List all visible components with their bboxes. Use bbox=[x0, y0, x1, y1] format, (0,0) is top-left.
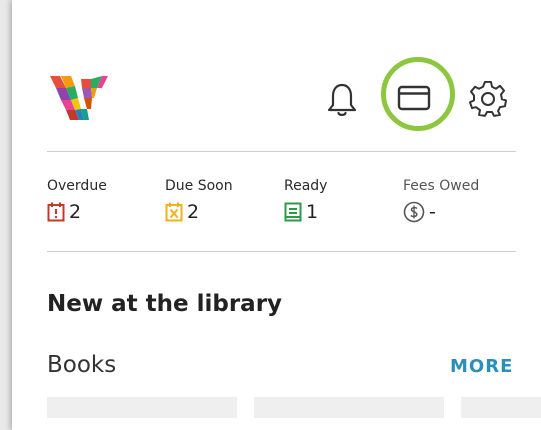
stat-value: 2 bbox=[187, 201, 200, 223]
library-card-icon[interactable] bbox=[396, 82, 432, 114]
stats-divider bbox=[47, 251, 516, 252]
ready-book-icon bbox=[284, 202, 302, 222]
bell-icon[interactable] bbox=[326, 82, 358, 118]
stat-due-soon[interactable]: Due Soon 2 bbox=[165, 177, 233, 223]
stat-overdue[interactable]: Overdue 2 bbox=[47, 177, 107, 223]
header-divider bbox=[47, 151, 516, 152]
library-logo bbox=[50, 76, 108, 120]
stat-label: Due Soon bbox=[165, 178, 233, 194]
stat-label: Ready bbox=[284, 178, 328, 194]
overdue-calendar-icon bbox=[47, 202, 65, 222]
gear-icon[interactable] bbox=[468, 80, 508, 118]
stat-value: - bbox=[429, 201, 436, 223]
stat-value: 1 bbox=[306, 201, 319, 223]
book-placeholder[interactable] bbox=[47, 397, 237, 418]
more-link[interactable]: MORE bbox=[450, 356, 513, 377]
books-heading: Books bbox=[47, 352, 117, 378]
dashboard-card: Overdue 2 Due Soon 2 Ready 1 Fees Owed -… bbox=[12, 0, 541, 430]
stat-value: 2 bbox=[69, 201, 82, 223]
stat-ready[interactable]: Ready 1 bbox=[284, 177, 327, 223]
stat-fees-owed[interactable]: Fees Owed - bbox=[403, 177, 479, 223]
due-soon-calendar-icon bbox=[165, 202, 183, 222]
dollar-circle-icon bbox=[403, 201, 425, 223]
section-title: New at the library bbox=[47, 291, 283, 317]
book-placeholder[interactable] bbox=[461, 397, 541, 418]
book-placeholder[interactable] bbox=[254, 397, 444, 418]
stat-label: Fees Owed bbox=[403, 178, 480, 194]
stat-label: Overdue bbox=[47, 178, 107, 194]
